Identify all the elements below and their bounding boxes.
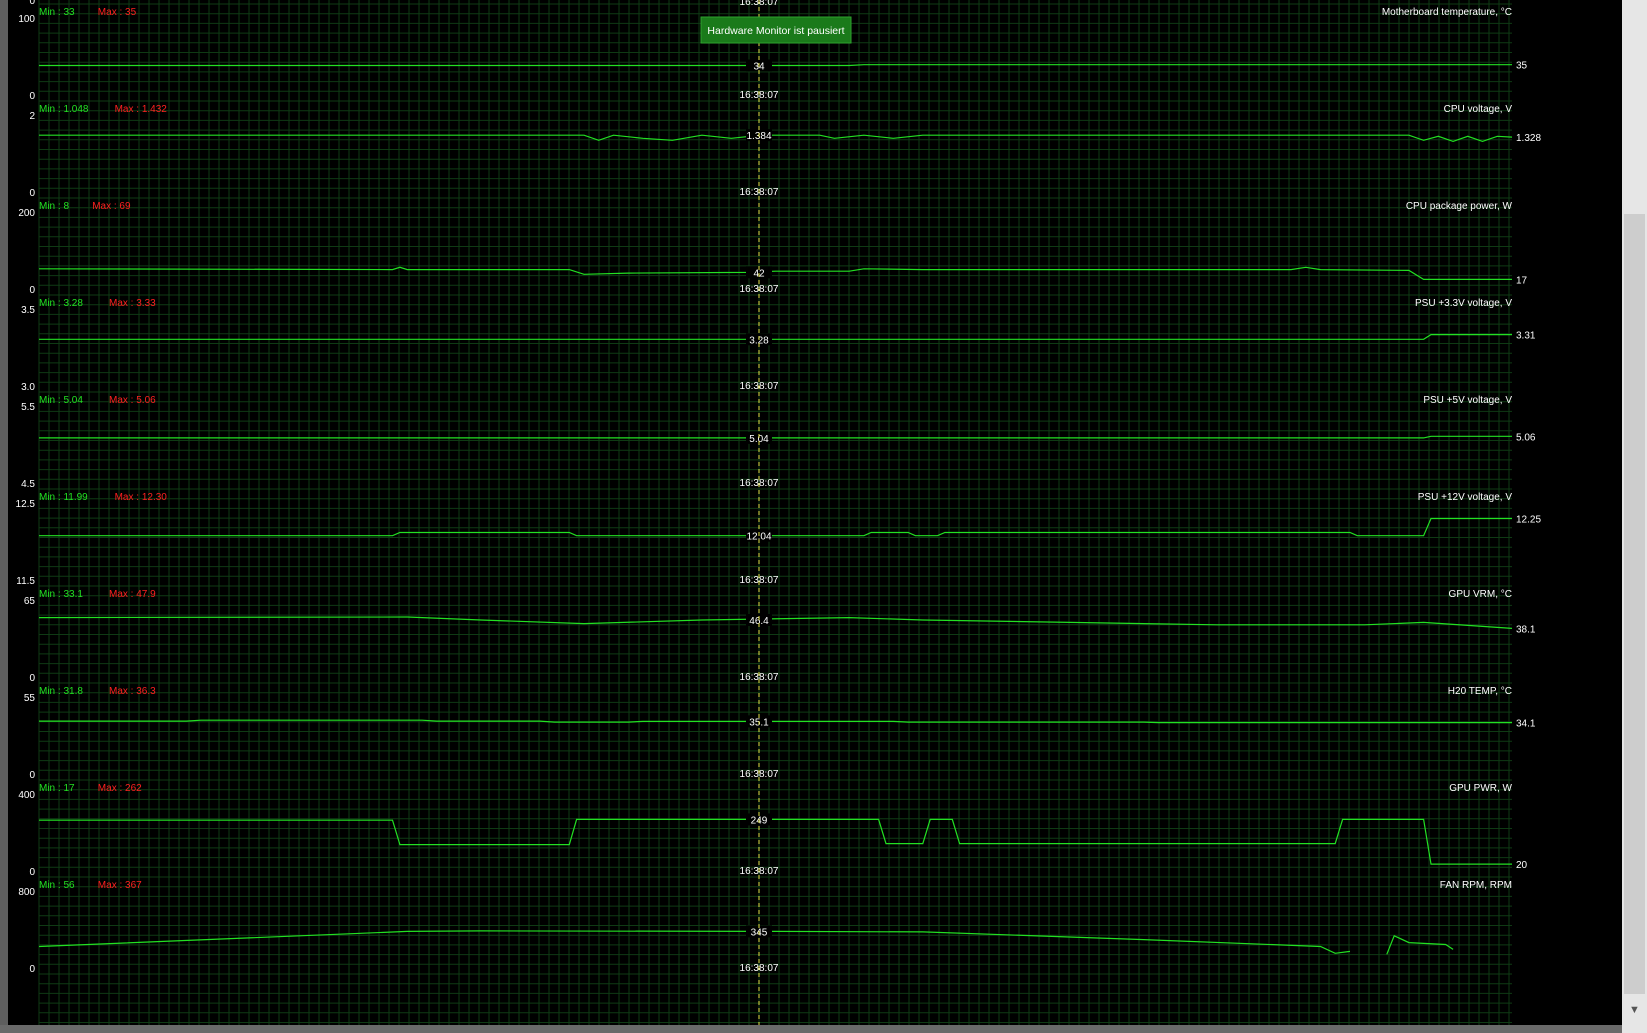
- axis-max-label: 5.5: [21, 402, 35, 413]
- min-label: Min : 8: [39, 201, 69, 212]
- panel-title: CPU voltage, V: [1444, 104, 1513, 115]
- current-value: 12.25: [1516, 515, 1541, 526]
- axis-min-label: 11.5: [16, 576, 35, 587]
- max-label: Max : 1.432: [115, 104, 168, 115]
- max-label: Max : 262: [98, 783, 142, 794]
- hardware-monitor-graph-area[interactable]: 0 100 0 Min : 33 Max : 35 Motherboard tempera…: [8, 0, 1622, 1025]
- axis-max-label: 65: [24, 596, 36, 607]
- axis-max-label: 2: [29, 111, 35, 122]
- axis-min-label: 0: [29, 673, 35, 684]
- current-value: 20: [1516, 860, 1528, 871]
- min-label: Min : 17: [39, 783, 75, 794]
- panel-title: PSU +5V voltage, V: [1423, 395, 1512, 406]
- window-frame: 0 100 0 Min : 33 Max : 35 Motherboard tempera…: [0, 0, 1647, 1033]
- min-label: Min : 5.04: [39, 395, 83, 406]
- panel-title: Motherboard temperature, °C: [1382, 7, 1512, 18]
- max-label: Max : 5.06: [109, 395, 156, 406]
- axis-top-extra-label: 0: [29, 0, 35, 7]
- axis-min-label: 0: [29, 867, 35, 878]
- panel-title: GPU VRM, °C: [1449, 589, 1512, 600]
- current-value: 3.31: [1516, 331, 1536, 342]
- panel-title: GPU PWR, W: [1449, 783, 1512, 794]
- min-label: Min : 56: [39, 880, 75, 891]
- panel-title: FAN RPM, RPM: [1440, 880, 1512, 891]
- axis-min-label: 3.0: [21, 382, 35, 393]
- min-label: Min : 33: [39, 7, 75, 18]
- panel-title: CPU package power, W: [1406, 201, 1513, 212]
- max-label: Max : 69: [92, 201, 131, 212]
- min-label: Min : 1.048: [39, 104, 89, 115]
- min-label: Min : 33.1: [39, 589, 83, 600]
- vertical-scrollbar[interactable]: ▼: [1622, 0, 1647, 1033]
- axis-min-label: 0: [29, 188, 35, 199]
- monitor-graphs: 0 100 0 Min : 33 Max : 35 Motherboard tempera…: [8, 0, 1622, 1025]
- axis-max-label: 100: [18, 14, 35, 25]
- axis-min-label: 4.5: [21, 479, 35, 490]
- current-value: 5.06: [1516, 432, 1536, 443]
- max-label: Max : 35: [98, 7, 137, 18]
- max-label: Max : 12.30: [115, 492, 168, 503]
- current-value: 34.1: [1516, 719, 1536, 730]
- axis-max-label: 200: [18, 208, 35, 219]
- axis-min-label: 0: [29, 91, 35, 102]
- panel-title: PSU +12V voltage, V: [1418, 492, 1513, 503]
- axis-min-label: 0: [29, 770, 35, 781]
- max-label: Max : 3.33: [109, 298, 156, 309]
- axis-max-label: 400: [18, 790, 35, 801]
- paused-label: Hardware Monitor ist pausiert: [707, 25, 844, 37]
- current-value: 1.328: [1516, 133, 1541, 144]
- current-value: 35: [1516, 61, 1528, 72]
- axis-max-label: 800: [18, 887, 35, 898]
- panel-title: PSU +3.3V voltage, V: [1415, 298, 1512, 309]
- max-label: Max : 47.9: [109, 589, 156, 600]
- graph-background: [8, 0, 1622, 1025]
- paused-badge: Hardware Monitor ist pausiert: [700, 16, 852, 44]
- max-label: Max : 36.3: [109, 686, 156, 697]
- min-label: Min : 3.28: [39, 298, 83, 309]
- axis-max-label: 55: [24, 693, 36, 704]
- axis-min-label: 0: [29, 285, 35, 296]
- max-label: Max : 367: [98, 880, 142, 891]
- min-label: Min : 31.8: [39, 686, 83, 697]
- scroll-down-arrow-icon[interactable]: ▼: [1622, 1001, 1647, 1019]
- scrollbar-thumb[interactable]: [1624, 214, 1645, 994]
- axis-max-label: 12.5: [16, 499, 36, 510]
- bottom-border: [0, 1025, 1622, 1033]
- axis-max-label: 3.5: [21, 305, 35, 316]
- axis-min-label: 0: [29, 964, 35, 975]
- panel-title: H20 TEMP, °C: [1448, 686, 1512, 697]
- left-border: [0, 0, 8, 1033]
- current-value: 38.1: [1516, 624, 1536, 635]
- min-label: Min : 11.99: [39, 492, 88, 503]
- current-value: 17: [1516, 275, 1528, 286]
